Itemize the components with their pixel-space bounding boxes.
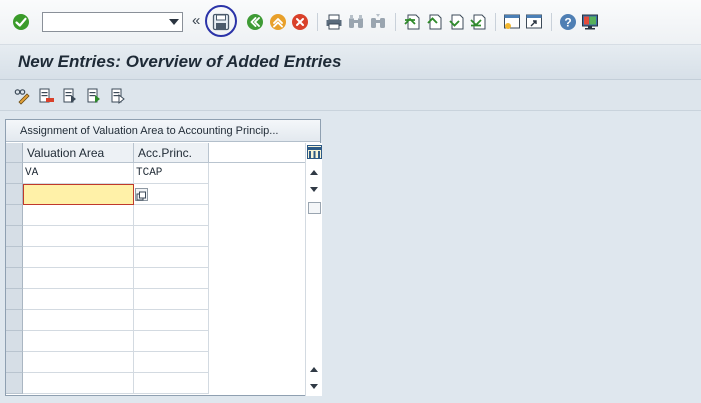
acc-princ-cell[interactable] [134,352,209,373]
header-filler [209,143,305,163]
valuation-area-cell[interactable] [23,373,134,394]
row-selector[interactable] [6,205,23,226]
acc-princ-cell[interactable] [134,373,209,394]
title-bar: New Entries: Overview of Added Entries [0,45,701,80]
acc-princ-cell[interactable] [134,205,209,226]
chevron-down-icon[interactable] [169,19,179,25]
toolbar-separator [317,13,318,31]
create-session-icon[interactable] [502,12,522,32]
command-input[interactable] [43,13,161,31]
next-page-icon[interactable] [446,12,466,32]
valuation-area-cell[interactable] [23,310,134,331]
valuation-area-cell[interactable] [23,289,134,310]
row-selector[interactable] [6,184,23,205]
valuation-area-cell[interactable] [23,226,134,247]
row-selector[interactable] [6,352,23,373]
valuation-area-cell[interactable] [23,184,134,205]
row-selector[interactable] [6,310,23,331]
row-selector[interactable] [6,247,23,268]
row-selector[interactable] [6,226,23,247]
row-selector[interactable] [6,268,23,289]
deselect-all-icon[interactable] [109,87,127,105]
customize-layout-icon[interactable] [580,12,600,32]
column-header-valuation-area[interactable]: Valuation Area [23,143,134,163]
svg-text:?: ? [564,16,571,30]
acc-princ-cell[interactable] [134,331,209,352]
valuation-area-cell[interactable] [23,205,134,226]
select-all-icon[interactable] [61,87,79,105]
scroll-page-up-icon[interactable] [310,367,318,372]
system-toolbar: « ? [0,0,701,45]
page-title: New Entries: Overview of Added Entries [18,52,342,71]
print-icon[interactable] [324,12,344,32]
find-icon[interactable] [346,12,366,32]
row-selector[interactable] [6,331,23,352]
acc-princ-cell[interactable] [134,226,209,247]
row-selector[interactable] [6,373,23,394]
scroll-up-icon[interactable] [310,170,318,175]
shortcut-icon[interactable] [524,12,544,32]
cancel-icon[interactable] [290,12,310,32]
first-page-icon[interactable] [402,12,422,32]
row-selector[interactable] [6,289,23,310]
find-next-icon[interactable] [368,12,388,32]
row-selector[interactable] [6,163,23,184]
acc-princ-cell[interactable] [134,268,209,289]
last-page-icon[interactable] [468,12,488,32]
save-icon[interactable] [211,12,231,32]
change-display-icon[interactable] [13,87,31,105]
acc-princ-cell[interactable]: TCAP [134,163,209,184]
table-control-title: Assignment of Valuation Area to Accounti… [6,120,320,142]
command-field[interactable] [42,12,183,32]
scroll-down-icon[interactable] [310,187,318,192]
table-settings-icon[interactable] [307,145,322,159]
valuation-area-cell[interactable]: VA [23,163,134,184]
previous-page-icon[interactable] [424,12,444,32]
help-icon[interactable]: ? [558,12,578,32]
exit-icon[interactable] [268,12,288,32]
acc-princ-cell[interactable] [134,289,209,310]
table-control: Assignment of Valuation Area to Accounti… [5,119,322,396]
scroll-page-down-icon[interactable] [310,384,318,389]
acc-princ-cell[interactable] [134,310,209,331]
application-toolbar [0,80,701,111]
vertical-scrollbar[interactable] [305,143,322,396]
scroll-thumb[interactable] [308,202,321,214]
valuation-area-cell[interactable] [23,268,134,289]
expand-toolbar-icon[interactable]: « [192,12,200,30]
acc-princ-cell[interactable] [134,247,209,268]
valuation-area-cell[interactable] [23,352,134,373]
column-header-acc-princ[interactable]: Acc.Princ. [134,143,209,163]
toolbar-separator [551,13,552,31]
toolbar-separator [395,13,396,31]
valuation-area-cell[interactable] [23,331,134,352]
value-help-icon[interactable] [135,188,148,201]
back-icon[interactable] [245,12,265,32]
delete-icon[interactable] [37,87,55,105]
select-all-rows-button[interactable] [6,143,23,163]
toolbar-separator [495,13,496,31]
valuation-area-cell[interactable] [23,247,134,268]
enter-icon[interactable] [11,12,31,32]
select-block-icon[interactable] [85,87,103,105]
